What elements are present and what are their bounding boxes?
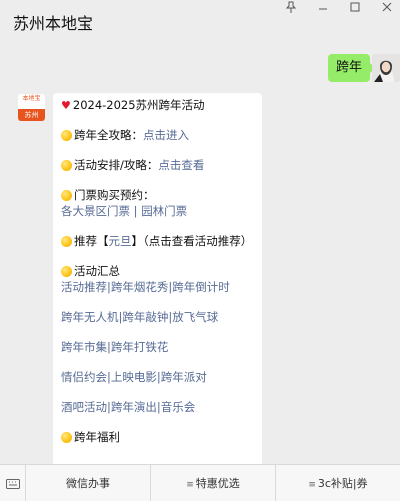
activity-link[interactable]: 上映电影 — [111, 370, 157, 384]
account-avatar-city: 苏州 — [18, 109, 45, 121]
summary-heading: 活动汇总 — [61, 264, 255, 278]
chat-window: 苏州本地宝 跨年 本地宝 苏州 ♥ 2024-2025苏州跨年活动 跨年全攻略：… — [0, 0, 400, 501]
maximize-icon[interactable] — [350, 1, 360, 17]
summary-label: 活动汇总 — [74, 264, 120, 278]
keyboard-icon — [5, 478, 20, 489]
activity-link[interactable]: 酒吧活动 — [61, 400, 107, 414]
yellow-dot-icon — [61, 130, 72, 141]
welfare-line: 跨年福利 — [61, 430, 255, 444]
pin-icon[interactable] — [285, 1, 297, 17]
garden-tickets-link[interactable]: 园林门票 — [141, 204, 187, 218]
yellow-dot-icon — [61, 266, 72, 277]
activity-link[interactable]: 跨年演出 — [111, 400, 157, 414]
activity-link[interactable]: 跨年烟花秀 — [111, 280, 169, 294]
activity-link[interactable]: 跨年倒计时 — [172, 280, 230, 294]
schedule-line: 活动安排/攻略：点击查看 — [61, 158, 255, 172]
schedule-link[interactable]: 点击查看 — [158, 158, 204, 172]
new-year-link[interactable]: 元旦 — [109, 234, 132, 248]
close-icon[interactable] — [382, 1, 392, 17]
menu-item-subsidy[interactable]: ≡ 3c补贴|券 — [276, 465, 400, 501]
chat-title: 苏州本地宝 — [13, 14, 94, 33]
keyboard-toggle-button[interactable] — [0, 465, 26, 501]
activity-link[interactable]: 跨年敲钟 — [122, 310, 168, 324]
summary-row-1: 活动推荐|跨年烟花秀|跨年倒计时 — [61, 280, 230, 294]
menu-list-icon: ≡ — [186, 480, 194, 490]
activity-link[interactable]: 跨年派对 — [161, 370, 207, 384]
tickets-links: 各大景区门票 | 园林门票 — [61, 204, 188, 218]
summary-row-4: 情侣约会|上映电影|跨年派对 — [61, 370, 207, 384]
schedule-label: 活动安排/攻略： — [74, 158, 159, 172]
welfare-label: 跨年福利 — [74, 430, 120, 444]
menu-item-wechat-services[interactable]: 微信办事 — [26, 465, 151, 501]
summary-row-2: 跨年无人机|跨年敲钟|放飞气球 — [61, 310, 219, 324]
account-avatar-logo-text: 本地宝 — [18, 94, 45, 109]
menu-list-icon: ≡ — [308, 480, 316, 490]
recommend-line: 推荐【元旦】（点击查看活动推荐） — [61, 234, 255, 248]
user-avatar[interactable] — [372, 54, 400, 82]
tickets-line: 门票购买预约： — [61, 188, 255, 202]
heart-icon: ♥ — [61, 99, 71, 112]
tickets-label: 门票购买预约： — [74, 188, 155, 202]
activity-link[interactable]: 情侣约会 — [61, 370, 107, 384]
summary-row-5: 酒吧活动|跨年演出|音乐会 — [61, 400, 196, 414]
scenic-tickets-link[interactable]: 各大景区门票 — [61, 204, 130, 218]
account-avatar[interactable]: 本地宝 苏州 — [18, 94, 45, 121]
activity-link[interactable]: 跨年无人机 — [61, 310, 119, 324]
yellow-dot-icon — [61, 190, 72, 201]
minimize-icon[interactable] — [318, 1, 328, 17]
chat-header: 苏州本地宝 — [0, 0, 400, 38]
message-heading: ♥ 2024-2025苏州跨年活动 — [61, 98, 205, 112]
activity-link[interactable]: 跨年打铁花 — [111, 340, 169, 354]
recommend-label: 推荐【 — [74, 234, 109, 248]
yellow-dot-icon — [61, 432, 72, 443]
activity-link[interactable]: 跨年市集 — [61, 340, 107, 354]
outgoing-message-bubble[interactable]: 跨年 — [327, 54, 376, 82]
yellow-dot-icon — [61, 236, 72, 247]
menu-item-deals[interactable]: ≡ 特惠优选 — [151, 465, 276, 501]
yellow-dot-icon — [61, 160, 72, 171]
outgoing-message-row: 跨年 — [0, 54, 400, 84]
incoming-message-bubble: ♥ 2024-2025苏州跨年活动 跨年全攻略：点击进入 活动安排/攻略：点击查看… — [53, 93, 262, 473]
window-controls — [285, 0, 400, 18]
recommend-tail: 】（点击查看活动推荐） — [131, 234, 253, 248]
guide-label: 跨年全攻略： — [74, 128, 143, 142]
guide-line: 跨年全攻略：点击进入 — [61, 128, 255, 142]
guide-link[interactable]: 点击进入 — [143, 128, 189, 142]
summary-row-3: 跨年市集|跨年打铁花 — [61, 340, 169, 354]
bottom-menu-bar: 微信办事 ≡ 特惠优选 ≡ 3c补贴|券 — [0, 464, 400, 501]
activity-link[interactable]: 放飞气球 — [172, 310, 218, 324]
activity-link[interactable]: 活动推荐 — [61, 280, 107, 294]
activity-link[interactable]: 音乐会 — [161, 400, 196, 414]
